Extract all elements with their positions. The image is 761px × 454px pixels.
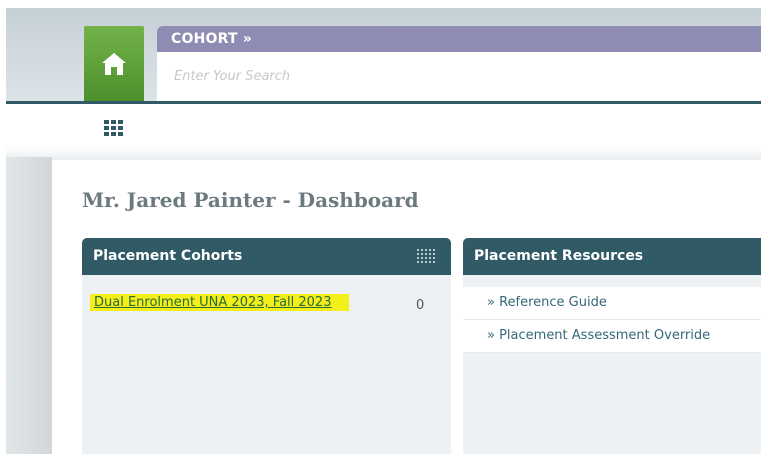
home-button[interactable] [84, 26, 144, 101]
panel-title: Placement Cohorts [93, 248, 243, 264]
resource-link-reference-guide[interactable]: » Reference Guide [463, 287, 761, 320]
header-divider [6, 101, 761, 104]
panel-header: Placement Resources [463, 238, 761, 275]
panel-header: Placement Cohorts [82, 238, 451, 275]
home-icon [102, 52, 126, 75]
cohort-link[interactable]: Dual Enrolment UNA 2023, Fall 2023 [90, 294, 350, 311]
grid-icon[interactable] [104, 120, 126, 136]
module-label[interactable]: COHORT » [171, 31, 252, 47]
resource-list: » Reference Guide » Placement Assessment… [463, 287, 761, 353]
resource-link-assessment-override[interactable]: » Placement Assessment Override [463, 320, 761, 353]
left-sidebar-strip [6, 157, 52, 454]
search-input[interactable] [157, 52, 761, 101]
page-title: Mr. Jared Painter - Dashboard [82, 188, 419, 212]
panel-options-icon[interactable] [417, 249, 437, 263]
module-bar[interactable]: COHORT » [157, 26, 761, 52]
cohort-count: 0 [416, 298, 425, 313]
placement-cohorts-panel: Placement Cohorts Dual Enrolment UNA 202… [82, 238, 451, 454]
panel-title: Placement Resources [474, 248, 644, 264]
placement-resources-panel: Placement Resources » Reference Guide » … [463, 238, 761, 454]
